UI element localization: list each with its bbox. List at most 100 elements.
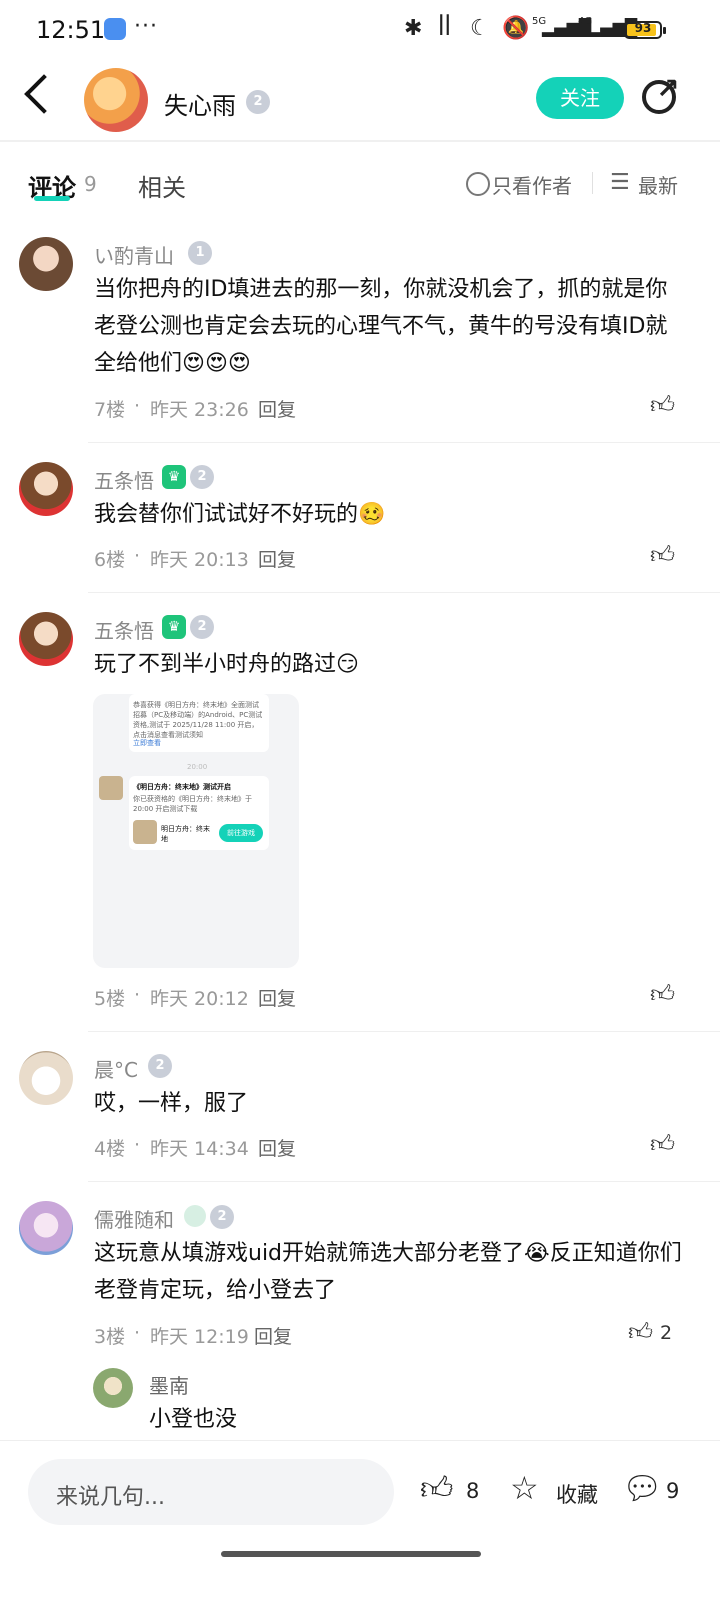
message-title: 《明日方舟：终末地》测试开启 (133, 783, 231, 791)
more-notifications-icon: ··· (134, 14, 158, 39)
comment-time: 昨天 12:19 (150, 1326, 249, 1348)
avatar[interactable] (19, 612, 73, 666)
like-icon[interactable]: 👍︎ (650, 391, 675, 420)
like-icon[interactable]: 👍︎ (420, 1469, 453, 1508)
emoji: 🥴 (358, 502, 386, 527)
comment-floor: 3楼 (94, 1326, 126, 1348)
avatar[interactable] (19, 237, 73, 291)
filter-separator (592, 172, 593, 194)
comment-image[interactable]: 恭喜获得《明日方舟：终末地》全面测试招募（PC及移动端）的Android、PC测… (93, 694, 299, 968)
comment-floor: 7楼 (94, 399, 126, 421)
message-time: 20:00 (187, 763, 208, 771)
game-icon (133, 820, 157, 844)
battery-icon: 93 (624, 21, 666, 39)
meta-dot: · (134, 1134, 141, 1156)
level-badge-icon: 2 (246, 90, 270, 114)
meta-dot: · (134, 545, 141, 567)
like-count: 8 (466, 1479, 480, 1503)
header-divider (0, 140, 720, 142)
message-text: 恭喜获得《明日方舟：终末地》全面测试招募（PC及移动端）的Android、PC测… (133, 701, 263, 739)
like-icon[interactable]: 👍︎ (650, 1130, 675, 1159)
tab-related[interactable]: 相关 (138, 168, 186, 203)
comment-floor: 5楼 (94, 988, 126, 1010)
comment-time: 昨天 14:34 (150, 1138, 249, 1160)
share-arrow-icon: ↗ (656, 72, 680, 105)
sticker-badge-icon (184, 1205, 206, 1227)
comment-text: 这玩意从填游戏uid开始就筛选大部分老登了😭反正知道你们老登肯定玩，给小登去了 (94, 1235, 684, 1309)
trophy-badge-icon: ♛ (162, 615, 186, 639)
sort-latest[interactable]: 最新 (638, 170, 678, 199)
moon-icon: ☾ (470, 16, 490, 41)
comment-username[interactable]: 晨°C (94, 1054, 138, 1083)
comment-divider (88, 1181, 720, 1182)
home-indicator[interactable] (221, 1551, 481, 1557)
reply-text: 小登也没 (149, 1407, 238, 1432)
level-badge-icon: 2 (190, 465, 214, 489)
comment-divider (88, 1031, 720, 1032)
author-only-filter[interactable]: 只看作者 (492, 170, 572, 199)
like-icon[interactable]: 👍︎ (650, 541, 675, 570)
comment-floor: 6楼 (94, 549, 126, 571)
meta-dot: · (134, 1322, 141, 1344)
meta-dot: · (134, 984, 141, 1006)
message-text: 你已获资格的《明日方舟：终末地》于20:00 开启测试下载 (133, 795, 252, 813)
like-icon[interactable]: 👍︎ (650, 980, 675, 1009)
sort-icon[interactable]: ☰ (610, 170, 630, 195)
reply-button[interactable]: 回复 (258, 395, 296, 422)
comment-username[interactable]: 五条悟 (94, 615, 154, 644)
reply-username[interactable]: 墨南 (149, 1370, 189, 1399)
comment-username[interactable]: 儒雅随和 (94, 1204, 174, 1233)
bottom-action-bar: 来说几句... 👍︎ 8 ☆ 收藏 💬︎ 9 (0, 1440, 720, 1601)
tab-active-indicator (34, 196, 70, 201)
comment-text: 我会替你们试试好不好玩的🥴 (94, 496, 684, 533)
avatar[interactable] (19, 1201, 73, 1255)
comment-time: 昨天 20:13 (150, 549, 249, 571)
comment-floor: 4楼 (94, 1138, 126, 1160)
comment-divider (88, 442, 720, 443)
comment-text: 玩了不到半小时舟的路过😏 (94, 646, 684, 683)
comment-time: 昨天 20:12 (150, 988, 249, 1010)
like-icon[interactable]: 👍︎ (628, 1318, 653, 1347)
level-badge-icon: 2 (190, 615, 214, 639)
game-avatar (99, 776, 123, 800)
comment-time: 昨天 23:26 (150, 399, 249, 421)
comment-username[interactable]: い酌青山 (94, 240, 174, 269)
favorite-label[interactable]: 收藏 (556, 1479, 598, 1509)
post-header: 失心雨 2 关注 ↗ (0, 62, 720, 142)
comment-count: 9 (666, 1479, 680, 1503)
reply-button[interactable]: 回复 (258, 984, 296, 1011)
message-link: 立即查看 (133, 739, 161, 747)
app-notification-icon (104, 18, 126, 40)
author-only-radio-icon[interactable] (466, 172, 490, 196)
comment-username[interactable]: 五条悟 (94, 465, 154, 494)
reply-button[interactable]: 回复 (258, 1134, 296, 1161)
level-badge-icon: 2 (210, 1205, 234, 1229)
trophy-badge-icon: ♛ (162, 465, 186, 489)
reply-button[interactable]: 回复 (254, 1322, 292, 1349)
avatar[interactable] (19, 462, 73, 516)
author-name[interactable]: 失心雨 (164, 86, 236, 121)
status-time: 12:51 (36, 16, 106, 44)
comment-text: 当你把舟的ID填进去的那一刻，你就没机会了，抓的就是你老登公测也肯定会去玩的心理… (94, 271, 684, 382)
reply-avatar[interactable] (93, 1368, 133, 1408)
status-bar: 12:51 ··· ✱ ꟾꟾ ☾ 🔕 5G ▂▄▆█ 4G ▂▄▆█ 93 (0, 0, 720, 62)
meta-dot: · (134, 395, 141, 417)
bluetooth-icon: ✱ (404, 16, 423, 41)
battery-level: 93 (634, 21, 652, 35)
avatar[interactable] (19, 1051, 73, 1105)
star-icon[interactable]: ☆ (510, 1469, 539, 1507)
comments-count: 9 (84, 172, 97, 196)
emoji: 😏 (336, 652, 359, 677)
like-count: 2 (660, 1322, 673, 1344)
follow-button[interactable]: 关注 (536, 77, 624, 119)
game-name: 明日方舟：终末地 (161, 825, 210, 843)
game-button: 前往游戏 (219, 824, 263, 842)
back-icon[interactable] (24, 74, 64, 114)
reply-button[interactable]: 回复 (258, 545, 296, 572)
author-avatar[interactable] (84, 68, 148, 132)
comment-icon[interactable]: 💬︎ (622, 1469, 663, 1507)
emoji: 😭 (524, 1241, 550, 1266)
comment-divider (88, 592, 720, 593)
comment-text: 哎，一样，服了 (94, 1091, 249, 1116)
mute-bell-icon: 🔕 (502, 16, 530, 41)
